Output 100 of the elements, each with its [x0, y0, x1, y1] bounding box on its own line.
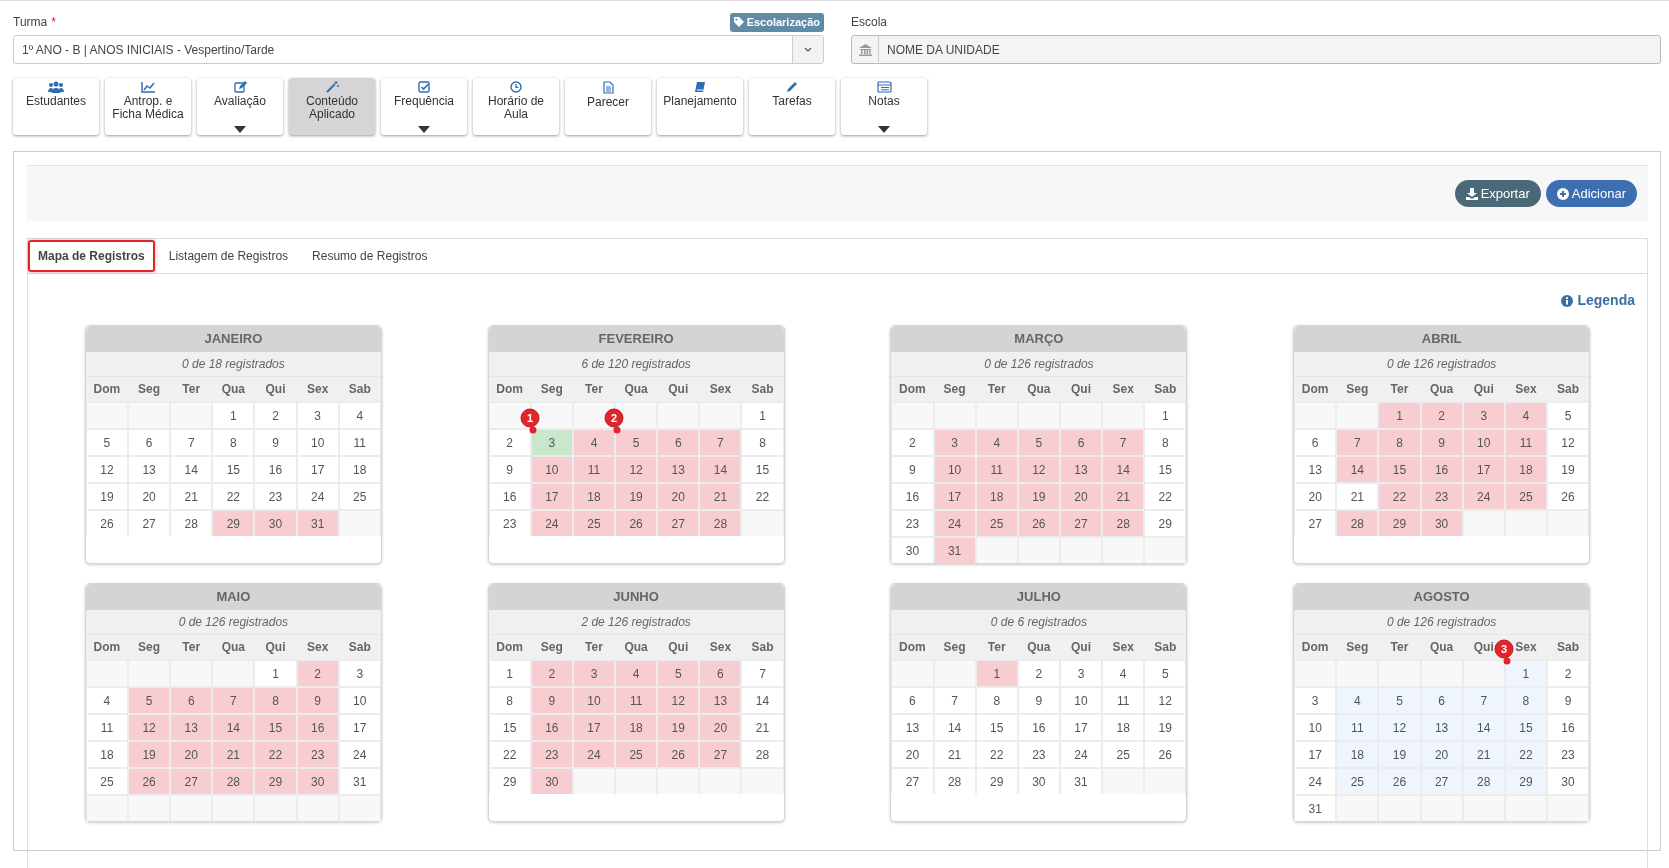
calendar-day[interactable]: 10 — [1463, 430, 1504, 455]
calendar-day[interactable]: 7 — [213, 688, 254, 713]
calendar-day[interactable]: 8 — [976, 688, 1017, 713]
calendar-day[interactable]: 1 — [1505, 661, 1546, 686]
calendar-day[interactable]: 16 — [255, 457, 296, 482]
calendar-day[interactable]: 20 — [1060, 484, 1102, 509]
calendar-day[interactable]: 28 — [1463, 769, 1504, 794]
calendar-day[interactable]: 20 — [892, 742, 933, 767]
calendar-day[interactable]: 24 — [1295, 769, 1336, 794]
calendar-day[interactable]: 3 — [531, 430, 572, 455]
calendar-day[interactable]: 5 — [86, 430, 127, 455]
calendar-day[interactable]: 11 — [339, 430, 380, 455]
calendar-day[interactable]: 11 — [616, 688, 657, 713]
calendar-day[interactable]: 25 — [339, 484, 380, 509]
calendar-day[interactable]: 23 — [892, 511, 933, 536]
calendar-day[interactable]: 2 — [1421, 403, 1462, 428]
calendar-day[interactable]: 30 — [1421, 511, 1462, 536]
calendar-day[interactable]: 25 — [1337, 769, 1378, 794]
calendar-day[interactable]: 13 — [129, 457, 170, 482]
calendar-day[interactable]: 14 — [742, 688, 783, 713]
calendar-day[interactable]: 14 — [1103, 457, 1144, 482]
calendar-day[interactable]: 6 — [1421, 688, 1462, 713]
calendar-day[interactable]: 17 — [297, 457, 338, 482]
calendar-day[interactable]: 8 — [742, 430, 783, 455]
calendar-day[interactable]: 2 — [1547, 661, 1589, 686]
toolbar-button[interactable]: Conteúdo Aplicado — [289, 78, 375, 135]
calendar-day[interactable]: 2 — [297, 661, 338, 686]
calendar-day[interactable]: 2 — [892, 430, 933, 455]
calendar-day[interactable]: 16 — [1018, 715, 1059, 740]
calendar-day[interactable]: 19 — [129, 742, 170, 767]
calendar-day[interactable]: 13 — [1060, 457, 1102, 482]
calendar-day[interactable]: 18 — [86, 742, 127, 767]
calendar-day[interactable]: 29 — [213, 511, 254, 536]
calendar-day[interactable]: 28 — [171, 511, 212, 536]
calendar-day[interactable]: 22 — [1145, 484, 1186, 509]
calendar-day[interactable]: 26 — [616, 511, 657, 536]
calendar-day[interactable]: 1 — [742, 403, 783, 428]
calendar-day[interactable]: 19 — [86, 484, 127, 509]
calendar-day[interactable]: 22 — [489, 742, 530, 767]
calendar-day[interactable]: 14 — [1337, 457, 1378, 482]
toolbar-button[interactable]: Antrop. e Ficha Médica — [105, 78, 191, 135]
toolbar-button[interactable]: Avaliação — [197, 78, 283, 135]
calendar-day[interactable]: 30 — [531, 769, 572, 794]
calendar-day[interactable]: 3 — [1060, 661, 1102, 686]
calendar-day[interactable]: 10 — [1295, 715, 1336, 740]
calendar-day[interactable]: 28 — [934, 769, 975, 794]
calendar-day[interactable]: 31 — [934, 538, 975, 563]
calendar-day[interactable]: 29 — [255, 769, 296, 794]
calendar-day[interactable]: 21 — [1463, 742, 1504, 767]
calendar-day[interactable]: 7 — [171, 430, 212, 455]
export-button[interactable]: Exportar — [1454, 180, 1541, 207]
calendar-day[interactable]: 12 — [658, 688, 699, 713]
calendar-day[interactable]: 22 — [213, 484, 254, 509]
calendar-day[interactable]: 21 — [700, 484, 741, 509]
calendar-day[interactable]: 12 — [129, 715, 170, 740]
calendar-day[interactable]: 31 — [297, 511, 338, 536]
calendar-day[interactable]: 7 — [1463, 688, 1504, 713]
calendar-day[interactable]: 4 — [1103, 661, 1144, 686]
calendar-day[interactable]: 11 — [86, 715, 127, 740]
calendar-day[interactable]: 26 — [1547, 484, 1589, 509]
calendar-day[interactable]: 22 — [976, 742, 1017, 767]
calendar-day[interactable]: 27 — [1060, 511, 1102, 536]
calendar-day[interactable]: 1 — [1145, 403, 1186, 428]
calendar-day[interactable]: 11 — [1337, 715, 1378, 740]
calendar-day[interactable]: 11 — [573, 457, 615, 482]
calendar-day[interactable]: 10 — [531, 457, 572, 482]
calendar-day[interactable]: 14 — [934, 715, 975, 740]
calendar-day[interactable]: 9 — [1421, 430, 1462, 455]
calendar-day[interactable]: 9 — [489, 457, 530, 482]
calendar-day[interactable]: 24 — [531, 511, 572, 536]
calendar-day[interactable]: 3 — [1463, 403, 1504, 428]
calendar-day[interactable]: 15 — [976, 715, 1017, 740]
calendar-day[interactable]: 12 — [86, 457, 127, 482]
calendar-day[interactable]: 2 — [255, 403, 296, 428]
calendar-day[interactable]: 4 — [86, 688, 127, 713]
calendar-day[interactable]: 7 — [934, 688, 975, 713]
calendar-day[interactable]: 11 — [1103, 688, 1144, 713]
calendar-day[interactable]: 5 — [616, 430, 657, 455]
calendar-day[interactable]: 5 — [129, 688, 170, 713]
calendar-day[interactable]: 4 — [976, 430, 1017, 455]
calendar-day[interactable]: 26 — [1018, 511, 1059, 536]
calendar-day[interactable]: 26 — [1379, 769, 1420, 794]
calendar-day[interactable]: 29 — [1379, 511, 1420, 536]
calendar-day[interactable]: 10 — [297, 430, 338, 455]
calendar-day[interactable]: 17 — [1295, 742, 1336, 767]
calendar-day[interactable]: 24 — [297, 484, 338, 509]
calendar-day[interactable]: 27 — [129, 511, 170, 536]
calendar-day[interactable]: 8 — [213, 430, 254, 455]
calendar-day[interactable]: 30 — [255, 511, 296, 536]
calendar-day[interactable]: 22 — [742, 484, 783, 509]
calendar-day[interactable]: 8 — [1145, 430, 1186, 455]
calendar-day[interactable]: 2 — [1018, 661, 1059, 686]
calendar-day[interactable]: 16 — [297, 715, 338, 740]
calendar-day[interactable]: 3 — [1295, 688, 1336, 713]
calendar-day[interactable]: 22 — [1505, 742, 1546, 767]
calendar-day[interactable]: 26 — [86, 511, 127, 536]
calendar-day[interactable]: 27 — [1295, 511, 1336, 536]
calendar-day[interactable]: 16 — [531, 715, 572, 740]
calendar-day[interactable]: 19 — [1018, 484, 1059, 509]
calendar-day[interactable]: 6 — [171, 688, 212, 713]
